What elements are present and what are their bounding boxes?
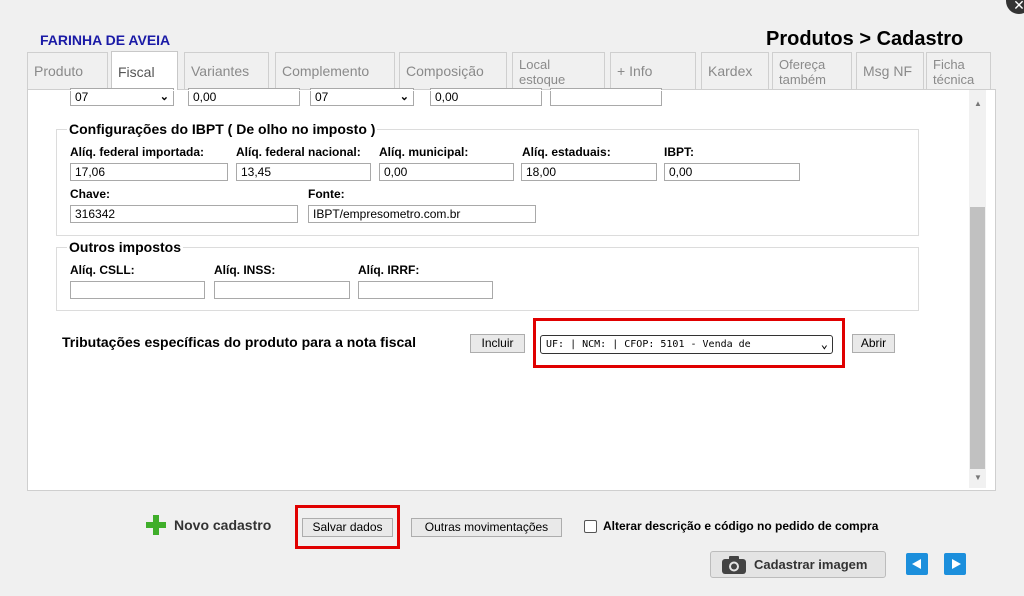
ibpt-input[interactable]: 0,00 xyxy=(664,163,800,181)
label-estaduais: Alíq. estaduais: xyxy=(522,145,611,159)
alterar-descricao-option[interactable]: Alterar descrição e código no pedido de … xyxy=(584,519,878,533)
tab-label: Produto xyxy=(34,63,84,79)
csll-input[interactable] xyxy=(70,281,205,299)
label-inss: Alíq. INSS: xyxy=(214,263,276,277)
tab-label: Local estoque xyxy=(519,57,566,87)
label-chave: Chave: xyxy=(70,187,111,201)
outras-movimentacoes-button[interactable]: Outras movimentações xyxy=(411,518,562,537)
tab-mais-info[interactable]: + Info xyxy=(610,52,696,89)
prev-arrow-icon[interactable] xyxy=(906,553,928,575)
tab-ofereca-tambem[interactable]: Ofereça também xyxy=(772,52,852,89)
tab-ficha-tecnica[interactable]: Ficha técnica xyxy=(926,52,991,89)
label-federal-nacional: Alíq. federal nacional: xyxy=(236,145,361,159)
label-ibpt: IBPT: xyxy=(664,145,694,159)
plus-icon xyxy=(146,515,166,535)
novo-cadastro-label: Novo cadastro xyxy=(174,517,272,533)
outros-fieldset xyxy=(56,247,919,311)
cadastrar-imagem-label: Cadastrar imagem xyxy=(754,557,868,572)
select-value: 07 xyxy=(75,90,89,104)
cadastrar-imagem-button[interactable]: Cadastrar imagem xyxy=(710,551,886,578)
tab-label: + Info xyxy=(617,63,653,79)
camera-icon xyxy=(722,555,746,574)
ibpt-legend: Configurações do IBPT ( De olho no impos… xyxy=(67,121,378,137)
tab-composicao[interactable]: Composição xyxy=(399,52,507,89)
tab-label: Fiscal xyxy=(118,63,155,80)
tab-label: Kardex xyxy=(708,63,753,79)
highlight-box xyxy=(533,318,845,368)
municipal-input[interactable]: 0,00 xyxy=(379,163,514,181)
chevron-down-icon: ⌄ xyxy=(399,91,409,103)
label-csll: Alíq. CSLL: xyxy=(70,263,135,277)
tributacoes-label: Tributações específicas do produto para … xyxy=(62,334,416,350)
outros-legend: Outros impostos xyxy=(67,239,184,255)
product-name: FARINHA DE AVEIA xyxy=(40,32,171,48)
estaduais-input[interactable]: 18,00 xyxy=(521,163,657,181)
tab-kardex[interactable]: Kardex xyxy=(701,52,769,89)
tab-local-estoque[interactable]: Local estoque xyxy=(512,52,605,89)
tab-label: Variantes xyxy=(191,63,250,79)
fonte-input[interactable]: IBPT/empresometro.com.br xyxy=(308,205,536,223)
checkbox-label: Alterar descrição e código no pedido de … xyxy=(603,519,879,533)
federal-importada-input[interactable]: 17,06 xyxy=(70,163,228,181)
tab-variantes[interactable]: Variantes xyxy=(184,52,269,89)
select-value: 07 xyxy=(315,90,329,104)
tab-label: Composição xyxy=(406,63,484,79)
close-icon[interactable]: ✕ xyxy=(1006,0,1024,14)
scroll-down-icon[interactable]: ▼ xyxy=(974,473,982,482)
label-federal-importada: Alíq. federal importada: xyxy=(70,145,205,159)
novo-cadastro-button[interactable]: Novo cadastro xyxy=(146,515,271,535)
tab-label: Complemento xyxy=(282,63,370,79)
label-fonte: Fonte: xyxy=(308,187,345,201)
tab-msg-nf[interactable]: Msg NF xyxy=(856,52,924,89)
federal-nacional-input[interactable]: 13,45 xyxy=(236,163,371,181)
abrir-button[interactable]: Abrir xyxy=(852,334,895,353)
tab-fiscal[interactable]: Fiscal xyxy=(111,51,178,91)
label-irrf: Alíq. IRRF: xyxy=(358,263,420,277)
chevron-down-icon: ⌄ xyxy=(159,91,169,103)
chave-input[interactable]: 316342 xyxy=(70,205,298,223)
inss-input[interactable] xyxy=(214,281,350,299)
highlight-box xyxy=(295,505,400,549)
tab-label: Ofereça também xyxy=(779,57,826,87)
irrf-input[interactable] xyxy=(358,281,493,299)
tab-label: Msg NF xyxy=(863,63,912,79)
next-arrow-icon[interactable] xyxy=(944,553,966,575)
incluir-button[interactable]: Incluir xyxy=(470,334,525,353)
scroll-up-icon[interactable]: ▲ xyxy=(974,99,982,108)
tab-produto[interactable]: Produto xyxy=(27,52,108,89)
tab-label: Ficha técnica xyxy=(933,57,975,87)
scrollbar-thumb[interactable] xyxy=(970,207,985,469)
label-municipal: Alíq. municipal: xyxy=(379,145,469,159)
checkbox[interactable] xyxy=(584,519,597,533)
page-title: Produtos > Cadastro xyxy=(766,28,964,50)
tab-complemento[interactable]: Complemento xyxy=(275,52,395,89)
